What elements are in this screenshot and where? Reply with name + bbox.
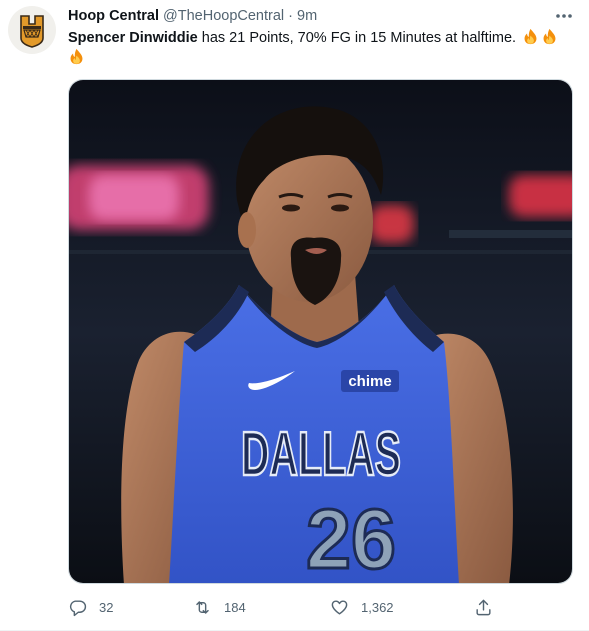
action-bar: 32 184 1,362 [68,594,518,620]
tweet-text: Spencer Dinwiddie has 21 Points, 70% FG … [68,28,583,68]
display-name[interactable]: Hoop Central [68,7,159,25]
like-button[interactable]: 1,362 [330,594,394,620]
user-handle[interactable]: @TheHoopCentral [163,7,284,25]
jersey-number-text: 26 [306,492,396,584]
jersey-city-text: DALLAS [241,420,401,489]
avatar[interactable] [8,6,56,54]
retweet-icon [196,600,209,614]
tweet-text-name: Spencer Dinwiddie [68,30,198,46]
reply-icon [69,599,87,616]
more-options-icon[interactable] [552,6,576,26]
retweet-button[interactable]: 184 [193,594,246,620]
tweet-header: Hoop Central @TheHoopCentral · 9m [68,7,317,25]
share-button[interactable] [474,594,493,620]
fire-emoji-icon [70,48,83,65]
tweet[interactable]: Hoop Central @TheHoopCentral · 9m Spence… [0,0,589,631]
reply-button[interactable]: 32 [68,594,113,620]
hoop-central-logo-icon [8,6,56,54]
fire-emoji-icon [543,28,556,45]
like-count: 1,362 [361,599,394,615]
reply-count: 32 [99,599,114,615]
tweet-photo[interactable]: chime DALLAS 26 [68,79,573,584]
heart-icon [331,599,348,615]
timestamp[interactable]: 9m [297,7,317,25]
sponsor-patch-text: chime [348,373,391,390]
share-icon [476,599,491,615]
fire-emoji-icon [524,28,537,45]
retweet-count: 184 [224,599,246,615]
separator: · [288,8,293,24]
tweet-text-body: has 21 Points, 70% FG in 15 Minutes at h… [197,30,521,46]
player-photo: chime DALLAS 26 [69,80,572,584]
